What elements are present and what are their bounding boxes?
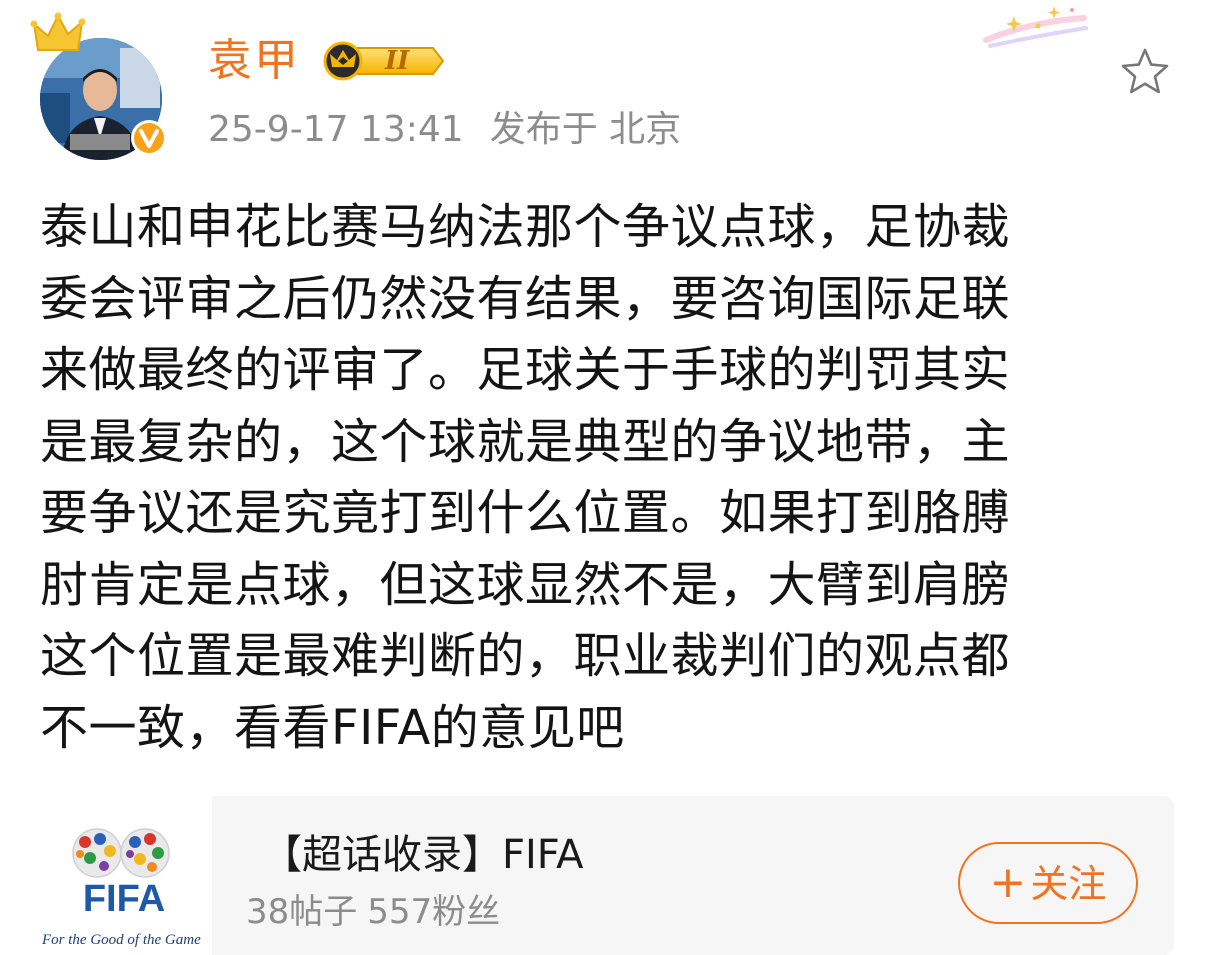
post-location: 发布于 北京 <box>489 109 682 150</box>
post-text-line: 是最复杂的，这个球就是典型的争议地带，主 <box>40 413 1011 470</box>
author-name[interactable]: 袁甲 <box>208 34 300 88</box>
post-text-line: 不一致，看看FIFA的意见吧 <box>40 699 625 756</box>
member-level-badge[interactable] <box>317 40 445 82</box>
verified-badge-icon <box>131 120 167 156</box>
post-text-line: 来做最终的评审了。足球关于手球的判罚其实 <box>40 342 1011 398</box>
post-text-line: 这个位置是最难判断的，职业裁判们的观点都 <box>40 628 1011 684</box>
post-text-line: 要争议还是究竟打到什么位置。如果打到胳膊 <box>40 485 1011 541</box>
follow-button[interactable]: + 关注 <box>958 842 1138 924</box>
fifa-logo-tagline: For the Good of the Game <box>41 932 201 948</box>
topic-post-count: 38帖子 <box>246 892 358 932</box>
topic-fan-count: 557粉丝 <box>367 892 501 932</box>
post-text-line: 委会评审之后仍然没有结果，要咨询国际足联 <box>40 270 1011 327</box>
topic-stats: 38帖子 557粉丝 <box>246 892 500 932</box>
member-level-label: II <box>385 46 410 76</box>
post-body: 泰山和申花比赛马纳法那个争议点球，足协裁 委会评审之后仍然没有结果，要咨询国际足… <box>40 192 1150 764</box>
fifa-logo-icon: FIFA For the Good of the Game <box>40 796 212 955</box>
crown-icon <box>30 12 86 51</box>
super-topic-card[interactable]: FIFA For the Good of the Game 【超话收录】FIFA… <box>40 796 1174 955</box>
fifa-logo: FIFA For the Good of the Game <box>40 796 212 955</box>
post-timestamp: 25-9-17 13:41 <box>208 109 464 150</box>
post-meta: 25-9-17 13:41 发布于 北京 <box>208 108 681 152</box>
post-text-line: 泰山和申花比赛马纳法那个争议点球，足协裁 <box>40 199 1011 255</box>
fifa-logo-wordmark: FIFA <box>83 878 165 920</box>
follow-button-label: 关注 <box>1030 862 1107 906</box>
plus-icon: + <box>989 857 1027 908</box>
star-outline-icon[interactable] <box>1118 46 1172 98</box>
author-avatar-wrap[interactable] <box>30 12 167 163</box>
sparkle-decoration-icon <box>983 6 1088 48</box>
topic-title[interactable]: 【超话收录】FIFA <box>262 830 584 880</box>
post-text-line: 肘肯定是点球，但这球显然不是，大臂到肩膀 <box>40 556 1011 613</box>
